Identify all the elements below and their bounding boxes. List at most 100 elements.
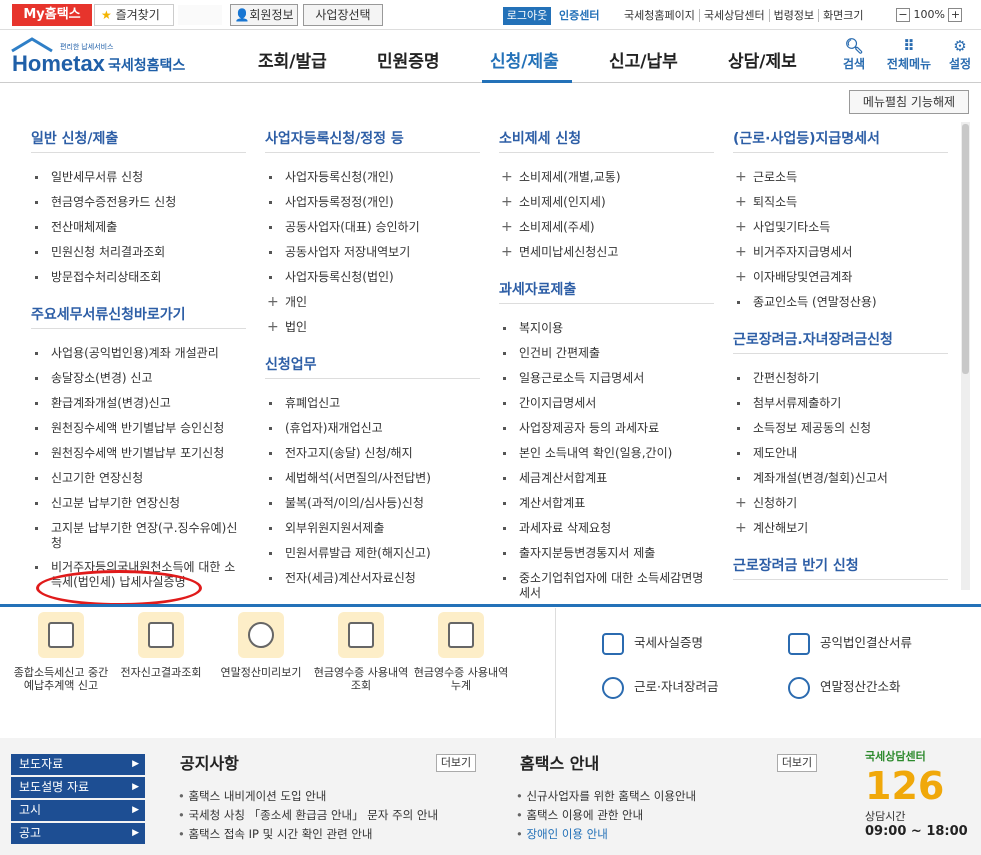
shortcut-cash-receipt-total[interactable]: 현금영수증 사용내역 누계 <box>411 612 511 692</box>
gnb-certificates[interactable]: 민원증명 <box>377 47 440 72</box>
menu-item-expandable[interactable]: 소비제세(주세) <box>499 215 714 240</box>
menu-item[interactable]: 사업자등록신청(법인) <box>265 265 480 290</box>
shortcut-interim-prepayment[interactable]: 종합소득세신고 중간예납추계액 신고 <box>11 612 111 692</box>
menu-item[interactable]: 원천징수세액 반기별납부 포기신청 <box>31 441 246 466</box>
menu-item[interactable]: 복지이용 <box>499 316 714 341</box>
consult-center-link[interactable]: 국세상담센터 <box>698 9 769 22</box>
notice-gosi-link[interactable]: 고시 <box>11 800 145 821</box>
menu-item[interactable]: 환급계좌개설(변경)신고 <box>31 391 246 416</box>
menu-item[interactable]: 첨부서류제출하기 <box>733 391 948 416</box>
menu-item[interactable]: 간편신청하기 <box>733 366 948 391</box>
menu-item[interactable]: 계좌개설(변경/철회)신고서 <box>733 466 948 491</box>
scrollbar-thumb[interactable] <box>962 124 969 374</box>
gnb-inquiry[interactable]: 조회/발급 <box>258 47 327 72</box>
menu-item[interactable]: 인건비 간편제출 <box>499 341 714 366</box>
menu-item[interactable]: 출자지분등변경통지서 제출 <box>499 541 714 566</box>
collapse-menu-button[interactable]: 메뉴펼침 기능해제 <box>849 90 969 114</box>
menu-item[interactable]: 종교인소득 (연말정산용) <box>733 290 948 315</box>
hometax-logo[interactable]: Hometax 편리한 납세서비스 국세청홈택스 <box>10 37 200 77</box>
menu-item[interactable]: 신고기한 연장신청 <box>31 466 246 491</box>
menu-item-expandable[interactable]: 개인 <box>265 290 480 315</box>
menu-item-expandable[interactable]: 이자배당및연금계좌 <box>733 265 948 290</box>
menu-item-expandable[interactable]: 소비제세(개별,교통) <box>499 165 714 190</box>
payment-deadline-extension-item[interactable]: 신고분 납부기한 연장신청 <box>31 491 246 516</box>
tax-fact-certificate-link[interactable]: 국세사실증명 <box>602 632 703 655</box>
menu-item[interactable]: (휴업자)재개업신고 <box>265 416 480 441</box>
member-info-button[interactable]: 👤회원정보 <box>230 4 298 26</box>
zoom-out-button[interactable]: − <box>896 8 910 22</box>
menu-item[interactable]: 사업자등록정정(개인) <box>265 190 480 215</box>
public-corp-statements-link[interactable]: 공익법인결산서류 <box>788 632 912 655</box>
menu-item-expandable[interactable]: 근로소득 <box>733 165 948 190</box>
menu-item[interactable]: 공동사업자(대표) 승인하기 <box>265 215 480 240</box>
menu-item[interactable]: 세법해석(서면질의/사전답변) <box>265 466 480 491</box>
favorites-button[interactable]: ★ 즐겨찾기 <box>94 4 174 26</box>
shortcut-e-filing-result[interactable]: 전자신고결과조회 <box>111 612 211 679</box>
search-button[interactable]: 🔍︎ 검색 <box>834 37 874 72</box>
press-release-link[interactable]: 보도자료 <box>11 754 145 775</box>
menu-item-expandable[interactable]: 법인 <box>265 315 480 340</box>
cert-center-link[interactable]: 인증센터 <box>559 7 599 25</box>
menu-item[interactable]: 방문접수처리상태조회 <box>31 265 246 290</box>
menu-item[interactable]: 제도안내 <box>733 441 948 466</box>
notice-item[interactable]: 홈택스 내비게이션 도입 안내 <box>178 787 438 806</box>
gnb-report-payment[interactable]: 신고/납부 <box>609 47 678 72</box>
shortcut-cash-receipt-history[interactable]: 현금영수증 사용내역조회 <box>311 612 411 692</box>
notice-item[interactable]: 홈택스 접속 IP 및 시간 확인 관련 안내 <box>178 825 438 844</box>
menu-item-expandable[interactable]: 신청하기 <box>733 491 948 516</box>
gnb-application[interactable]: 신청/제출 <box>490 47 559 72</box>
guide-item[interactable]: 신규사업자를 위한 홈택스 이용안내 <box>516 787 696 806</box>
menu-item[interactable]: 고지분 납부기한 연장(구.징수유예)신청 <box>31 516 246 555</box>
menu-item[interactable]: 원천징수세액 반기별납부 승인신청 <box>31 416 246 441</box>
notice-more-button[interactable]: 더보기 <box>436 754 476 772</box>
guide-more-button[interactable]: 더보기 <box>777 754 817 772</box>
shortcut-year-end-preview[interactable]: 연말정산미리보기 <box>211 612 311 679</box>
menu-item[interactable]: 일용근로소득 지급명세서 <box>499 366 714 391</box>
menu-item[interactable]: 간이지급명세서 <box>499 391 714 416</box>
menu-item[interactable]: 외부위원지원서제출 <box>265 516 480 541</box>
menu-item[interactable]: 민원신청 처리결과조회 <box>31 240 246 265</box>
menu-item[interactable]: 전자(세금)계산서자료신청 <box>265 566 480 591</box>
menu-item-expandable[interactable]: 면세미납세신청신고 <box>499 240 714 265</box>
notice-item[interactable]: 국세청 사칭 「종소세 환급금 안내」 문자 주의 안내 <box>178 806 438 825</box>
gnb-consult[interactable]: 상담/제보 <box>728 47 797 72</box>
menu-item[interactable]: 사업장제공자 등의 과세자료 <box>499 416 714 441</box>
menu-item-expandable[interactable]: 퇴직소득 <box>733 190 948 215</box>
zoom-in-button[interactable]: + <box>948 8 963 22</box>
menu-item[interactable]: 일반세무서류 신청 <box>31 165 246 190</box>
menu-item[interactable]: 중소기업취업자에 대한 소득세감면명세서 <box>499 566 714 605</box>
menu-item[interactable]: 휴폐업신고 <box>265 391 480 416</box>
year-end-simplified-link[interactable]: 연말정산간소화 <box>788 676 901 699</box>
earned-income-incentive-link[interactable]: 근로·자녀장려금 <box>602 676 718 699</box>
menu-item[interactable]: 계산서합계표 <box>499 491 714 516</box>
menu-item[interactable]: 과세자료 삭제요청 <box>499 516 714 541</box>
nts-homepage-link[interactable]: 국세청홈페이지 <box>620 9 699 22</box>
menu-item-expandable[interactable]: 사업및기타소득 <box>733 215 948 240</box>
menu-item-expandable[interactable]: 소비제세(인지세) <box>499 190 714 215</box>
menu-item[interactable]: 송달장소(변경) 신고 <box>31 366 246 391</box>
menu-item[interactable]: 전자고지(송달) 신청/해지 <box>265 441 480 466</box>
announcement-link[interactable]: 공고 <box>11 823 145 844</box>
menu-item-expandable[interactable]: 비거주자지급명세서 <box>733 240 948 265</box>
settings-button[interactable]: ⚙ 설정 <box>940 37 980 72</box>
menu-item[interactable]: 공동사업자 저장내역보기 <box>265 240 480 265</box>
menu-item[interactable]: 현금영수증전용카드 신청 <box>31 190 246 215</box>
press-explanation-link[interactable]: 보도설명 자료 <box>11 777 145 798</box>
menu-item-expandable[interactable]: 계산해보기 <box>733 516 948 541</box>
menu-item[interactable]: 민원서류발급 제한(해지신고) <box>265 541 480 566</box>
all-menu-button[interactable]: ⠿ 전체메뉴 <box>882 37 936 72</box>
menu-item[interactable]: 전산매체제출 <box>31 215 246 240</box>
guide-item[interactable]: 장애인 이용 안내 <box>516 825 696 844</box>
menu-item[interactable]: 본인 소득내역 확인(일용,간이) <box>499 441 714 466</box>
menu-item[interactable]: 불복(과적/이의/심사등)신청 <box>265 491 480 516</box>
menu-item[interactable]: 사업자등록신청(개인) <box>265 165 480 190</box>
guide-item[interactable]: 홈택스 이용에 관한 안내 <box>516 806 696 825</box>
biz-select-button[interactable]: 사업장선택 <box>303 4 383 26</box>
menu-scrollbar[interactable] <box>961 122 970 590</box>
logout-button[interactable]: 로그아웃 <box>503 7 551 25</box>
my-hometax-tab[interactable]: My홈택스 <box>12 4 92 26</box>
law-info-link[interactable]: 법령정보 <box>768 9 819 22</box>
menu-item[interactable]: 세금계산서합계표 <box>499 466 714 491</box>
menu-item[interactable]: 사업용(공익법인용)계좌 개설관리 <box>31 341 246 366</box>
menu-item[interactable]: 소득정보 제공동의 신청 <box>733 416 948 441</box>
